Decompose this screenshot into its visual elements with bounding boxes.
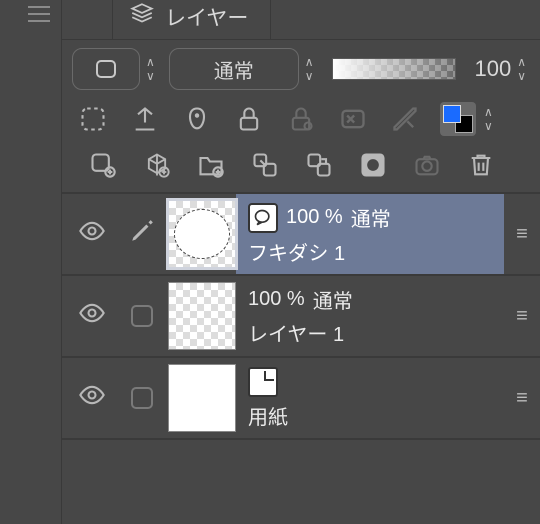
layer-thumbnail[interactable] — [168, 282, 236, 350]
blend-mode-label: 通常 — [214, 55, 254, 84]
reference-icon[interactable] — [128, 102, 162, 136]
layer-menu-icon[interactable]: ≡ — [504, 305, 540, 328]
panel-tabs: レイヤー — [62, 0, 540, 40]
paper-type-icon — [248, 367, 278, 397]
dock-column — [0, 0, 62, 524]
layer-name: レイヤー 1 — [248, 318, 504, 347]
layer-row[interactable]: 用紙 ≡ — [62, 358, 540, 440]
layer-info[interactable]: 100 % 通常 レイヤー 1 — [236, 276, 504, 356]
layer-thumbnail[interactable] — [168, 200, 236, 268]
merge-icon[interactable] — [302, 148, 336, 182]
camera-icon — [410, 148, 444, 182]
visibility-icon[interactable] — [78, 381, 106, 415]
layer-blend-text: 通常 — [351, 203, 391, 232]
lock-disabled-icon — [284, 102, 318, 136]
blend-mode-stepper[interactable]: ∧∨ — [305, 56, 314, 82]
opacity-value: 100 — [474, 56, 511, 82]
layer-menu-icon[interactable]: ≡ — [504, 223, 540, 246]
edit-active-icon[interactable] — [129, 218, 155, 250]
edit-inactive-icon[interactable] — [131, 387, 153, 409]
visibility-icon[interactable] — [78, 299, 106, 333]
layer-opacity-text: 100 % — [286, 206, 343, 229]
layer-info[interactable]: 用紙 — [236, 358, 504, 438]
color-swap-icon[interactable] — [440, 102, 476, 136]
layer-row[interactable]: 100 % 通常 レイヤー 1 ≡ — [62, 276, 540, 358]
trash-icon[interactable] — [464, 148, 498, 182]
layer-blend-text: 通常 — [313, 285, 353, 314]
layer-list: 100 % 通常 フキダシ 1 ≡ — [62, 194, 540, 440]
layer-name: フキダシ 1 — [248, 237, 504, 266]
new-folder-icon[interactable] — [194, 148, 228, 182]
layer-info[interactable]: 100 % 通常 フキダシ 1 — [236, 194, 504, 274]
edit-inactive-icon[interactable] — [131, 305, 153, 327]
layer-name: 用紙 — [248, 401, 504, 430]
layer-thumbnail[interactable] — [168, 364, 236, 432]
layer-menu-icon[interactable]: ≡ — [504, 387, 540, 410]
blend-mode-select[interactable]: 通常 — [169, 48, 299, 90]
palette-mode-stepper[interactable]: ∧∨ — [146, 56, 155, 82]
tab-layers[interactable]: レイヤー — [112, 0, 271, 39]
layer-row[interactable]: 100 % 通常 フキダシ 1 ≡ — [62, 194, 540, 276]
clear-x2-icon — [388, 102, 422, 136]
menu-icon[interactable] — [28, 6, 50, 22]
new-layer-icon[interactable] — [86, 148, 120, 182]
clear-x1-icon — [336, 102, 370, 136]
color-stepper[interactable]: ∧∨ — [484, 106, 493, 132]
layer-opacity-text: 100 % — [248, 288, 305, 311]
palette-mode-button[interactable] — [72, 48, 140, 90]
new-3d-layer-icon[interactable] — [140, 148, 174, 182]
transfer-down-icon[interactable] — [248, 148, 282, 182]
opacity-slider[interactable] — [332, 58, 457, 80]
mask-icon[interactable] — [180, 102, 214, 136]
tab-label: レイヤー — [165, 2, 248, 32]
visibility-icon[interactable] — [78, 217, 106, 251]
layers-stack-icon — [129, 1, 155, 33]
opacity-stepper[interactable]: ∧∨ — [517, 56, 526, 82]
mask-layer-icon[interactable] — [356, 148, 390, 182]
lock-icon[interactable] — [232, 102, 266, 136]
balloon-type-icon — [248, 203, 278, 233]
selection-icon[interactable] — [76, 102, 110, 136]
